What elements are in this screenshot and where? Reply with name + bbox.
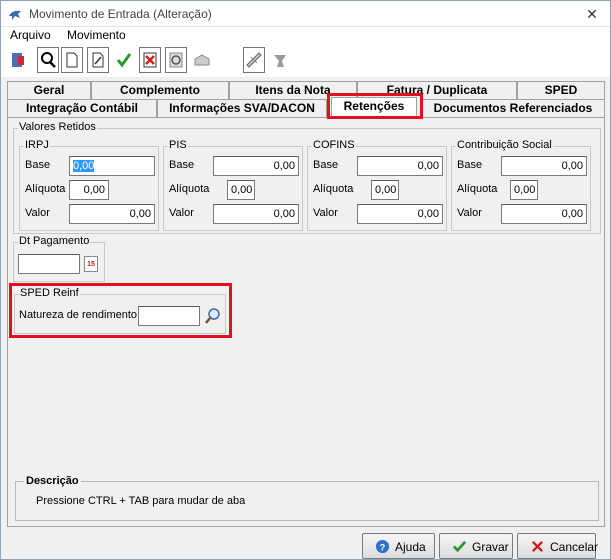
- valores-retidos-group: Valores Retidos IRPJ Base 0,00 Alíquota …: [13, 121, 601, 234]
- cofins-base-label: Base: [313, 159, 339, 171]
- cofins-title: COFINS: [312, 139, 356, 151]
- edit-button[interactable]: [87, 47, 109, 73]
- stamp-button[interactable]: [269, 47, 291, 73]
- stamp-icon: [274, 55, 286, 67]
- tab-informacoes-sva-dacon[interactable]: Informações SVA/DACON: [157, 99, 327, 117]
- contribuicao-social-group: Contribuição Social Base 0,00 Alíquota 0…: [451, 139, 591, 231]
- confirm-button[interactable]: [113, 47, 135, 73]
- dt-pagamento-input[interactable]: [18, 254, 80, 274]
- window-title: Movimento de Entrada (Alteração): [29, 7, 212, 21]
- tab-geral[interactable]: Geral: [7, 81, 91, 99]
- irpj-valor-input[interactable]: 0,00: [69, 204, 155, 224]
- refresh-icon: [169, 52, 183, 68]
- toolbar: [1, 45, 610, 77]
- pis-valor-input[interactable]: 0,00: [213, 204, 299, 224]
- irpj-title: IRPJ: [24, 139, 50, 151]
- app-logo-icon: [9, 10, 21, 20]
- close-icon: [531, 540, 544, 553]
- title-bar: Movimento de Entrada (Alteração) ✕: [1, 1, 610, 27]
- irpj-group: IRPJ Base 0,00 Alíquota 0,00 Valor 0,00: [19, 139, 159, 231]
- exit-icon: [12, 53, 24, 67]
- irpj-aliquota-input[interactable]: 0,00: [69, 180, 109, 200]
- window: Movimento de Entrada (Alteração) ✕ Arqui…: [0, 0, 611, 560]
- cs-aliquota-label: Alíquota: [457, 183, 498, 195]
- cs-base-label: Base: [457, 159, 483, 171]
- highlight-sped-reinf: [9, 283, 232, 338]
- pis-title: PIS: [168, 139, 188, 151]
- cofins-group: COFINS Base 0,00 Alíquota 0,00 Valor 0,0…: [307, 139, 447, 231]
- descricao-text: Pressione CTRL + TAB para mudar de aba: [36, 495, 246, 507]
- exit-button[interactable]: [7, 47, 29, 73]
- gravar-label: Gravar: [472, 540, 509, 554]
- svg-text:?: ?: [380, 542, 386, 552]
- cofins-valor-label: Valor: [313, 207, 338, 219]
- close-icon[interactable]: ✕: [583, 5, 601, 23]
- cofins-base-input[interactable]: 0,00: [357, 156, 443, 176]
- pis-aliquota-input[interactable]: 0,00: [227, 180, 255, 200]
- search-icon: [41, 52, 56, 68]
- tab-complemento[interactable]: Complemento: [91, 81, 229, 99]
- cofins-aliquota-label: Alíquota: [313, 183, 354, 195]
- new-icon: [66, 52, 78, 68]
- cancelar-button[interactable]: Cancelar: [517, 533, 599, 559]
- menu-movimento[interactable]: Movimento: [67, 28, 126, 42]
- ajuda-label: Ajuda: [395, 540, 426, 554]
- edit-icon: [92, 52, 104, 68]
- cs-valor-input[interactable]: 0,00: [501, 204, 587, 224]
- cancel-icon: [194, 54, 210, 66]
- check-icon: [452, 540, 467, 553]
- calendar-icon[interactable]: 15: [84, 256, 98, 272]
- ajuda-button[interactable]: ? Ajuda: [362, 533, 435, 559]
- help-icon: ?: [375, 539, 390, 554]
- tab-documentos-referenciados[interactable]: Documentos Referenciados: [421, 99, 605, 117]
- menu-arquivo[interactable]: Arquivo: [10, 28, 51, 42]
- pis-aliquota-label: Alíquota: [169, 183, 210, 195]
- contribuicao-social-title: Contribuição Social: [456, 139, 553, 151]
- descricao-title: Descrição: [24, 475, 81, 487]
- irpj-aliquota-label: Alíquota: [25, 183, 66, 195]
- delete-icon: [143, 52, 157, 68]
- cs-base-input[interactable]: 0,00: [501, 156, 587, 176]
- highlight-retencoes-tab: [327, 93, 423, 119]
- pis-valor-label: Valor: [169, 207, 194, 219]
- irpj-base-label: Base: [25, 159, 51, 171]
- confirm-icon: [116, 53, 132, 68]
- valores-retidos-title: Valores Retidos: [18, 121, 97, 133]
- cofins-valor-input[interactable]: 0,00: [357, 204, 443, 224]
- tab-integracao-contabil[interactable]: Integração Contábil: [7, 99, 157, 117]
- delete-button[interactable]: [139, 47, 161, 73]
- tab-sped[interactable]: SPED: [517, 81, 605, 99]
- tax-calc-button[interactable]: [243, 47, 265, 73]
- cancelar-label: Cancelar: [550, 540, 599, 554]
- pis-group: PIS Base 0,00 Alíquota 0,00 Valor 0,00: [163, 139, 303, 231]
- dt-pagamento-group: Dt Pagamento 15: [13, 235, 105, 282]
- new-button[interactable]: [61, 47, 83, 73]
- cofins-aliquota-input[interactable]: 0,00: [371, 180, 399, 200]
- menu-bar: Arquivo Movimento: [1, 27, 610, 45]
- pis-base-label: Base: [169, 159, 195, 171]
- dt-pagamento-label: Dt Pagamento: [18, 235, 91, 247]
- irpj-valor-label: Valor: [25, 207, 50, 219]
- cs-aliquota-input[interactable]: 0,00: [510, 180, 538, 200]
- refresh-button[interactable]: [165, 47, 187, 73]
- irpj-base-input[interactable]: 0,00: [69, 156, 155, 176]
- gravar-button[interactable]: Gravar: [439, 533, 513, 559]
- cs-valor-label: Valor: [457, 207, 482, 219]
- descricao-box: Descrição Pressione CTRL + TAB para muda…: [15, 475, 599, 521]
- tax-calc-icon: [246, 52, 262, 68]
- cancel-button-toolbar[interactable]: [191, 47, 213, 73]
- pis-base-input[interactable]: 0,00: [213, 156, 299, 176]
- search-button[interactable]: [37, 47, 59, 73]
